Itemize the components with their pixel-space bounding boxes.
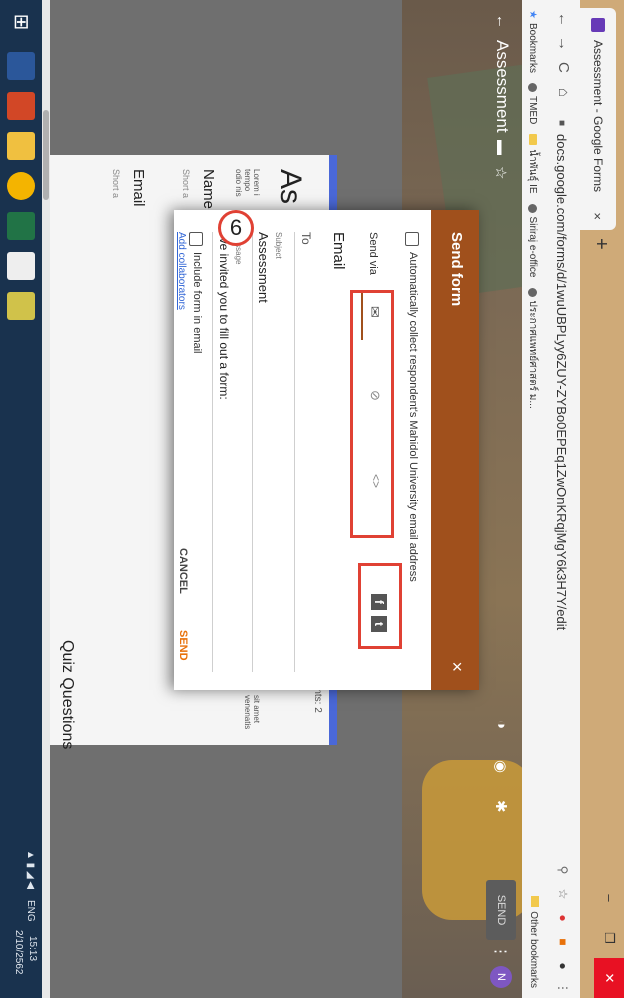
bookmark-item[interactable]: Siriraj e-office (528, 203, 539, 278)
powerpoint-icon[interactable] (7, 92, 35, 120)
bookmark-item[interactable]: TMED (528, 82, 539, 124)
bookmark-item[interactable]: ประกาศแพทย์ศาสตร์ ม... (526, 287, 541, 409)
more-options-icon[interactable]: ⋮ (492, 944, 510, 959)
send-dialog-button[interactable]: SEND (177, 630, 189, 661)
form-description-left: Lorem i tempo odio nis (234, 169, 261, 197)
home-icon[interactable]: ⌂ (555, 88, 572, 97)
customize-theme-icon[interactable]: ◑ (493, 720, 510, 729)
send-via-label: Send via (367, 232, 379, 275)
back-arrow-icon[interactable]: ← (493, 14, 510, 29)
collect-emails-label: Automatically collect respondent's Mahid… (407, 252, 419, 582)
restore-button[interactable]: ❐ (594, 918, 624, 958)
forward-icon[interactable]: → (555, 36, 572, 51)
star-icon[interactable]: ☆ (553, 884, 573, 904)
dialog-title: Send form (448, 232, 465, 307)
send-form-dialog: Send form × Automatically collect respon… (174, 210, 479, 690)
chrome-icon[interactable] (7, 172, 35, 200)
other-bookmarks[interactable]: Other bookmarks (528, 896, 539, 988)
word-icon[interactable] (7, 52, 35, 80)
clock-time: 15:13 (27, 936, 38, 962)
message-field[interactable]: I've invited you to fill out a form: (217, 232, 231, 400)
bookmarks-label[interactable]: ★ Bookmarks (528, 10, 539, 73)
highlight-send-via-box (350, 290, 394, 538)
quiz-questions-title: Quiz Questions (59, 640, 76, 750)
preview-icon[interactable]: ◉ (492, 760, 510, 773)
form-title-header: Assessment (493, 40, 512, 133)
avatar[interactable]: N (490, 966, 512, 988)
pinned-app-icon[interactable] (7, 292, 35, 320)
browser-tab[interactable]: Assessment - Google Forms × (580, 8, 616, 230)
tab-close-icon[interactable]: × (591, 212, 606, 220)
minimize-button[interactable]: – (594, 878, 624, 918)
tab-title: Assessment - Google Forms (591, 40, 605, 193)
menu-icon[interactable]: ⋮ (553, 978, 573, 998)
google-forms-icon (591, 18, 605, 32)
folder-icon[interactable]: ▬ (493, 140, 510, 155)
email-question: Email (130, 169, 147, 207)
subject-field[interactable]: Assessment (256, 232, 271, 303)
form-description-right: sit amet venenatis (243, 695, 261, 730)
back-icon[interactable]: ← (555, 12, 572, 27)
bookmarks-bar: ★ Bookmarks TMED น้ำพันธุ์ IE Siriraj e-o… (521, 0, 544, 998)
address-bar[interactable]: ■ docs.google.com/forms/d/1wuUBPLyy6ZUY-… (549, 120, 575, 840)
new-tab-button[interactable]: + (589, 238, 612, 250)
horizontal-scrollbar[interactable] (42, 0, 50, 998)
language-indicator[interactable]: ENG (25, 900, 36, 922)
bookmark-item[interactable]: น้ำพันธุ์ IE (526, 134, 541, 194)
name-question: Name (200, 169, 217, 210)
include-form-checkbox[interactable] (189, 232, 203, 246)
send-button[interactable]: SEND (486, 880, 516, 940)
scrollbar-thumb[interactable] (43, 110, 49, 200)
clock-date: 2/10/2562 (13, 930, 24, 975)
add-collaborators-link[interactable]: Add collaborators (176, 232, 187, 310)
excel-icon[interactable] (7, 212, 35, 240)
name-hint: Short a (181, 169, 191, 199)
windows-taskbar: ⊞ ▲ ▮ ◢ ◀ ENG 15:13 2/10/2562 (0, 0, 42, 998)
tab-strip: Assessment - Google Forms × + – ❐ ✕ (580, 0, 624, 998)
browser-toolbar: ← → C ⌂ ■ docs.google.com/forms/d/1wuUBP… (544, 0, 580, 998)
acrobat-icon[interactable] (7, 252, 35, 280)
system-tray-icons[interactable]: ▲ ▮ ◢ ◀ (25, 850, 36, 889)
lock-icon: ■ (556, 120, 568, 127)
settings-gear-icon[interactable]: ✱ (492, 800, 510, 813)
url-text: docs.google.com/forms/d/1wuUBPLyy6ZUY-ZY… (554, 134, 570, 631)
dialog-header: Send form × (431, 210, 479, 690)
cancel-button[interactable]: CANCEL (177, 548, 189, 594)
file-explorer-icon[interactable] (7, 132, 35, 160)
search-icon[interactable]: ⚲ (553, 860, 573, 880)
highlight-social-box (358, 563, 402, 649)
close-icon[interactable]: × (446, 661, 467, 672)
profile-icon[interactable]: ● (553, 956, 573, 976)
message-underline (212, 232, 213, 672)
to-label: To (299, 232, 313, 245)
email-hint: Short a (111, 169, 121, 199)
subject-label: Subject (274, 232, 283, 259)
to-field-underline[interactable] (294, 232, 295, 672)
step-number-badge: 6 (218, 210, 254, 246)
windows-start-icon[interactable]: ⊞ (7, 8, 35, 36)
extension-icon[interactable]: ● (553, 908, 573, 928)
form-title-partial: As (274, 169, 307, 205)
include-form-label: Include form in email (191, 252, 203, 354)
collect-emails-checkbox[interactable] (405, 232, 419, 246)
email-section-title: Email (330, 232, 347, 270)
rotated-screen: Assessment - Google Forms × + – ❐ ✕ ← → … (0, 0, 624, 998)
subject-underline (252, 232, 253, 672)
reload-icon[interactable]: C (555, 62, 572, 73)
window-close-button[interactable]: ✕ (594, 958, 624, 998)
page: { "browser": { "tab_title": "Assessment … (0, 0, 624, 998)
extension-icon[interactable]: ■ (553, 932, 573, 952)
star-icon[interactable]: ☆ (492, 166, 510, 179)
